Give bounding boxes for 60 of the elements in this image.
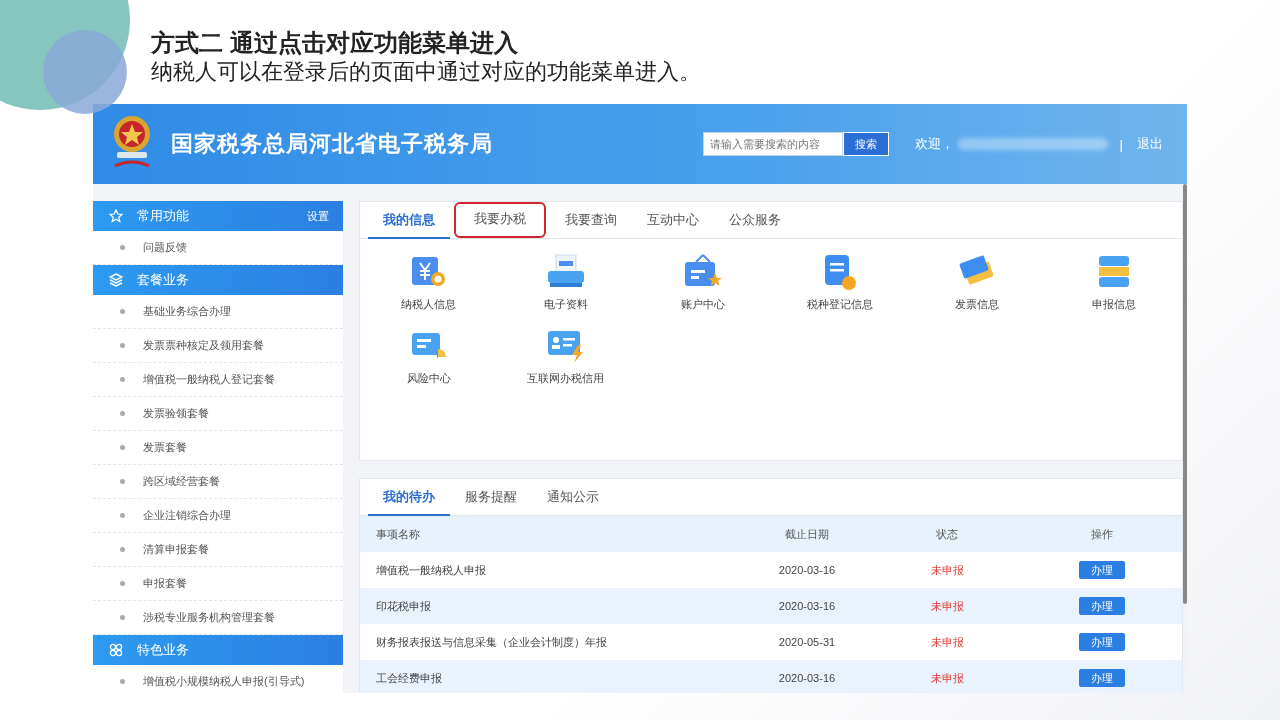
section-title: 特色业务	[137, 641, 190, 659]
function-tile[interactable]: 账户中心	[634, 253, 771, 325]
tab[interactable]: 服务提醒	[450, 479, 532, 516]
table-cell-text: 2020-03-16	[777, 600, 837, 612]
column-header: 截止日期	[784, 526, 830, 542]
sidebar-item[interactable]: 申报套餐	[93, 567, 343, 601]
table-cell-text: 工会经费申报	[375, 670, 443, 686]
welcome-text: 欢迎，	[914, 135, 954, 153]
status-text: 未申报	[929, 670, 965, 686]
settings-link[interactable]: 设置	[307, 208, 329, 224]
function-tile[interactable]: 电子资料	[497, 253, 634, 325]
table-cell-text: 2020-03-16	[777, 564, 837, 576]
tab[interactable]: 公众服务	[714, 202, 796, 239]
sidebar-item[interactable]: 清算申报套餐	[93, 533, 343, 567]
table-cell-text: 印花税申报	[375, 598, 432, 614]
sidebar-item[interactable]: 企业注销综合办理	[93, 499, 343, 533]
separator: |	[1119, 136, 1123, 152]
function-tile[interactable]: 纳税人信息	[360, 253, 497, 325]
tab[interactable]: 通知公示	[532, 479, 614, 516]
column-header: 操作	[1090, 526, 1114, 542]
grid-icon	[109, 643, 123, 657]
sidebar-item[interactable]: 发票套餐	[93, 431, 343, 465]
slide-title: 方式二 通过点击对应功能菜单进入	[151, 28, 519, 58]
handle-button[interactable]: 办理	[1079, 561, 1125, 579]
slide-subtitle: 纳税人可以在登录后的页面中通过对应的功能菜单进入。	[151, 58, 702, 86]
sidebar-item[interactable]: 增值税一般纳税人登记套餐	[93, 363, 343, 397]
sidebar-item[interactable]: 增值税小规模纳税人申报(引导式)	[93, 665, 343, 693]
tab[interactable]: 我要查询	[550, 202, 632, 239]
status-text: 未申报	[929, 598, 965, 614]
star-icon	[109, 209, 123, 223]
handle-button[interactable]: 办理	[1079, 597, 1125, 615]
section-title: 常用功能	[137, 207, 190, 225]
status-text: 未申报	[929, 634, 965, 650]
function-tile[interactable]: 税种登记信息	[771, 253, 908, 325]
function-tile[interactable]: 互联网办税信用	[497, 327, 634, 399]
handle-button[interactable]: 办理	[1079, 633, 1125, 651]
table-cell-text: 2020-03-16	[777, 672, 837, 684]
search-field[interactable]: 请输入需要搜索的内容	[702, 132, 843, 156]
tab[interactable]: 互动中心	[632, 202, 714, 239]
table-cell-text: 增值税一般纳税人申报	[375, 562, 487, 578]
function-tile[interactable]: 风险中心	[360, 327, 497, 399]
table-cell-text: 2020-05-31	[777, 636, 837, 648]
function-tile[interactable]: 发票信息	[908, 253, 1045, 325]
sidebar-item[interactable]: 发票验领套餐	[93, 397, 343, 431]
status-text: 未申报	[929, 562, 965, 578]
column-header: 状态	[935, 526, 959, 542]
tab[interactable]: 我的信息	[368, 202, 450, 239]
sidebar-item[interactable]: 跨区域经营套餐	[93, 465, 343, 499]
function-tile[interactable]: 申报信息	[1045, 253, 1182, 325]
search-button[interactable]: 搜索	[842, 132, 889, 156]
column-header: 事项名称	[375, 526, 421, 542]
layers-icon	[109, 273, 123, 287]
site-title: 国家税务总局河北省电子税务局	[171, 130, 493, 158]
section-title: 套餐业务	[137, 271, 190, 289]
sidebar-section-header[interactable]: 常用功能 设置	[93, 201, 343, 231]
tab[interactable]: 我要办税	[454, 202, 546, 238]
sidebar-item[interactable]: 基础业务综合办理	[93, 295, 343, 329]
handle-button[interactable]: 办理	[1079, 669, 1125, 687]
sidebar-item[interactable]: 发票票种核定及领用套餐	[93, 329, 343, 363]
table-cell-text: 财务报表报送与信息采集（企业会计制度）年报	[375, 634, 608, 650]
